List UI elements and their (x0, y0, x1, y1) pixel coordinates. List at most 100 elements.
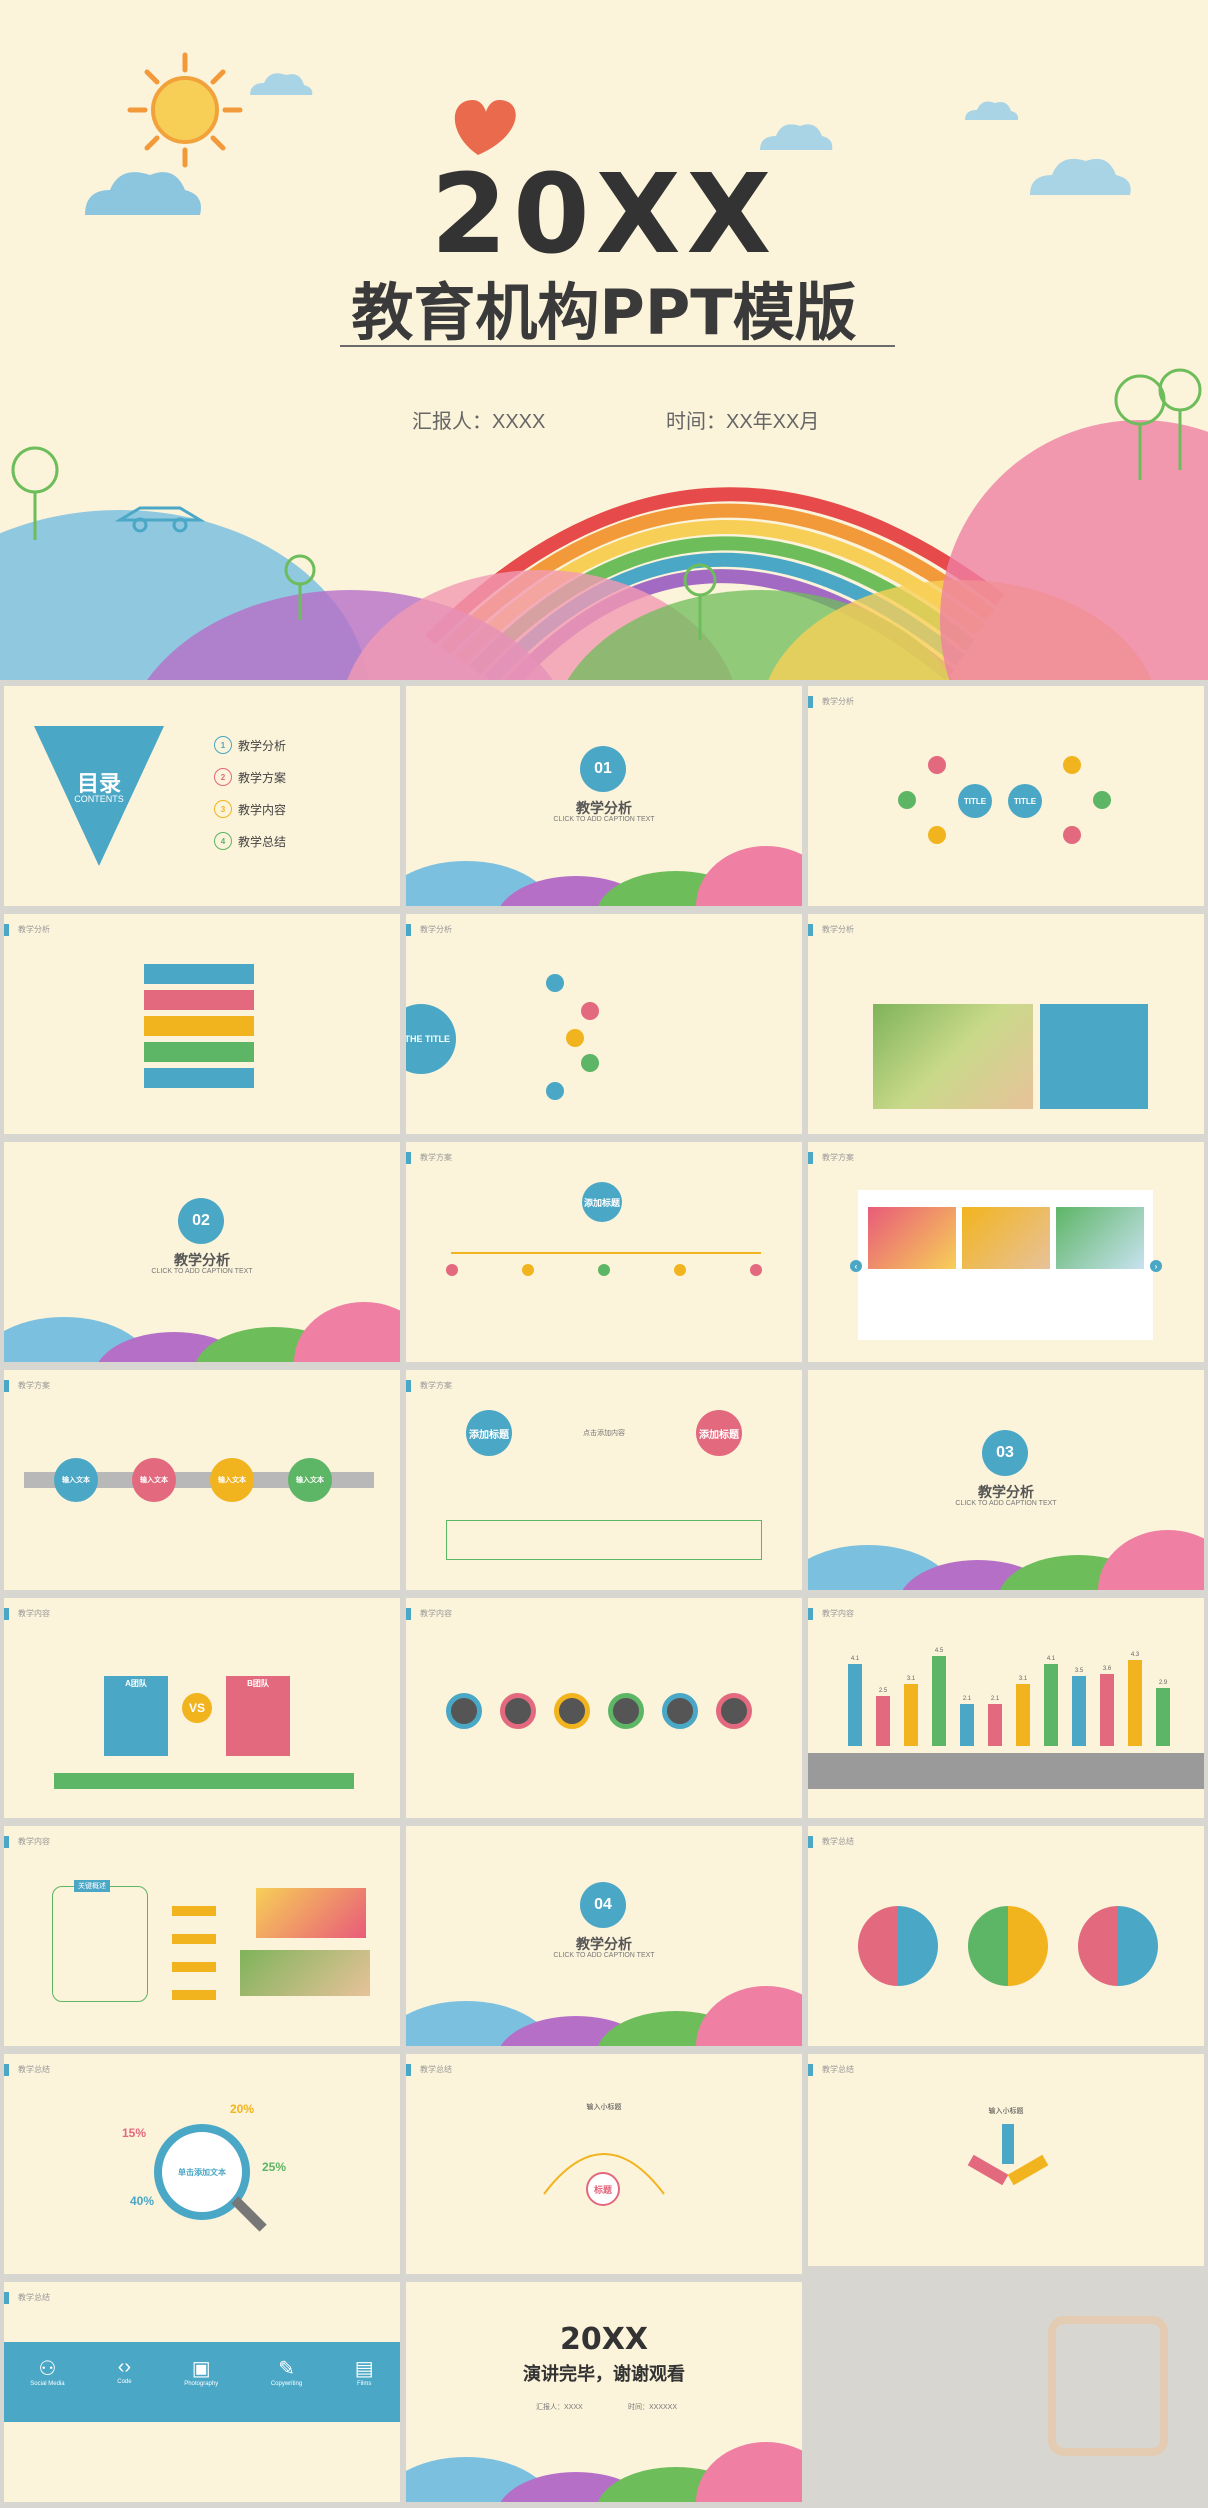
sun-icon (127, 52, 243, 168)
films-item[interactable]: ▤ Films (355, 2356, 374, 2387)
slide-plan-process[interactable]: 教学方案 输入文本 输入文本 输入文本 输入文本 (4, 1370, 400, 1590)
hills-decoration (4, 1302, 400, 1362)
arrow-band (144, 964, 254, 984)
slide-plan-tree[interactable]: 教学方案 添加标题 (406, 1142, 802, 1362)
slide-analysis-arrows[interactable]: 教学分析 (4, 914, 400, 1134)
gear-icon (500, 1693, 536, 1729)
item-label: Social Media (30, 2381, 65, 2387)
vs-badge: VS (182, 1693, 212, 1723)
slide-plan-compare[interactable]: 教学方案 添加标题 添加标题 点击添加内容 (406, 1370, 802, 1590)
slide-header: 教学总结 (822, 2065, 854, 2074)
social-media-item[interactable]: ⚇ Social Media (30, 2356, 64, 2387)
carousel-image (868, 1207, 956, 1269)
bar-value-label: 3.5 (1075, 1668, 1084, 1674)
next-arrow-icon[interactable]: › (1150, 1260, 1162, 1272)
watermark-area (808, 2266, 1208, 2508)
photography-item[interactable]: ▣ Photography (184, 2356, 218, 2387)
watermark-logo-icon (1048, 2316, 1168, 2456)
toc-number: 2 (214, 768, 232, 786)
slide-header: 教学总结 (18, 2293, 50, 2302)
slide-header: 教学分析 (18, 925, 50, 934)
bulb-icon: 标题 (586, 2172, 620, 2206)
slide-section-03[interactable]: 03 教学分析 CLICK TO ADD CAPTION TEXT (808, 1370, 1204, 1590)
bar-value-label: 2.1 (991, 1696, 1000, 1702)
slide-analysis-fan[interactable]: 教学分析 THE TITLE (406, 914, 802, 1134)
bar-value-label: 3.1 (907, 1676, 916, 1682)
hills-decoration (406, 2442, 802, 2502)
tri-caption: 输入小标题 (988, 2108, 1024, 2115)
header-bar (406, 1380, 411, 1392)
class-photo (240, 1950, 370, 1996)
slide-header: 教学分析 (822, 925, 854, 934)
cover-slide[interactable]: 20XX 教育机构PPT模版 汇报人：XXXX 时间：XX年XX月 (0, 0, 1208, 680)
slide-analysis-cycle[interactable]: 教学分析 TITLE TITLE (808, 686, 1204, 906)
bar-value-label: 2.9 (1159, 1680, 1168, 1686)
slide-content-vs[interactable]: 教学内容 A团队 B团队 VS (4, 1598, 400, 1818)
slide-summary-semicircles[interactable]: 教学总结 (808, 1826, 1204, 2046)
arrow-band (144, 1042, 254, 1062)
slide-content-chart[interactable]: 教学内容 4.1 2.5 3.1 4.5 2.1 2.1 3.1 4.1 3.5 3.6 4.3 2.… (808, 1598, 1204, 1818)
slide-plan-carousel[interactable]: 教学方案 ‹ › (808, 1142, 1204, 1362)
slide-content-gears[interactable]: 教学内容 (406, 1598, 802, 1818)
slide-section-04[interactable]: 04 教学分析 CLICK TO ADD CAPTION TEXT (406, 1826, 802, 2046)
hills-decoration (406, 846, 802, 906)
copywriting-item[interactable]: ✎ Copywriting (271, 2356, 302, 2387)
slide-summary-icons[interactable]: 教学总结 ⚇ Social Media ‹› Code ▣ Photography ✎… (4, 2282, 400, 2502)
item-label: Copywriting (270, 2381, 303, 2387)
slide-header: 教学方案 (18, 1381, 50, 1390)
section-subtitle: CLICK TO ADD CAPTION TEXT (553, 816, 655, 823)
section-number: 04 (580, 1882, 626, 1928)
slide-ending[interactable]: 20XX 演讲完毕，谢谢观看 汇报人：XXXX 时间：XXXXXX (406, 2282, 802, 2502)
bar-value-label: 4.1 (1047, 1656, 1056, 1662)
film-icon: ▤ (354, 2358, 374, 2380)
slide-toc[interactable]: 目录 CONTENTS 1 教学分析 2 教学方案 3 教学内容 4 教学总结 (4, 686, 400, 906)
overview-box (52, 1886, 148, 2002)
slide-summary-tri[interactable]: 教学总结 输入小标题 (808, 2054, 1204, 2274)
header-bar (4, 2064, 9, 2076)
header-bar (808, 924, 813, 936)
code-item[interactable]: ‹› Code (117, 2356, 131, 2387)
family-photo (873, 1004, 1033, 1109)
step-circle: 输入文本 (288, 1458, 332, 1502)
toc-item[interactable]: 3 教学内容 (214, 800, 286, 818)
slide-header: 教学总结 (822, 1837, 854, 1846)
slide-section-02[interactable]: 02 教学分析 CLICK TO ADD CAPTION TEXT (4, 1142, 400, 1362)
cover-title: 教育机构PPT模版 (351, 276, 857, 349)
center-caption: 点击添加内容 (583, 1430, 625, 1437)
bar-value-label: 4.5 (935, 1648, 944, 1654)
slide-section-01[interactable]: 01 教学分析 CLICK TO ADD CAPTION TEXT (406, 686, 802, 906)
slide-content-overview[interactable]: 教学内容 关键概述 (4, 1826, 400, 2046)
slide-header: 教学内容 (822, 1609, 854, 1618)
slide-analysis-photo[interactable]: 教学分析 (808, 914, 1204, 1134)
header-bar (4, 2292, 9, 2304)
gear-icon (608, 1693, 644, 1729)
toc-item[interactable]: 2 教学方案 (214, 768, 286, 786)
end-title: 演讲完毕，谢谢观看 (523, 2364, 685, 2385)
section-number: 01 (580, 746, 626, 792)
kids-photo (256, 1888, 366, 1938)
gear-icon (446, 1693, 482, 1729)
slide-summary-bulb[interactable]: 教学总结 标题 输入小标题 (406, 2054, 802, 2274)
pie-circle (968, 1906, 1048, 1986)
node (522, 1264, 534, 1276)
section-number: 02 (178, 1198, 224, 1244)
toc-item[interactable]: 1 教学分析 (214, 736, 286, 754)
hills-decoration (406, 1986, 802, 2046)
point-circle (546, 974, 564, 992)
slide-header: 教学总结 (420, 2065, 452, 2074)
node (750, 1264, 762, 1276)
section-subtitle: CLICK TO ADD CAPTION TEXT (955, 1500, 1057, 1507)
item-label: Code (117, 2379, 132, 2385)
bar-value-label: 3.1 (1019, 1676, 1028, 1682)
point-circle (546, 1082, 564, 1100)
toc-label: 教学分析 (238, 738, 287, 753)
reporter-text: 汇报人：XXXX (412, 411, 546, 433)
prev-arrow-icon[interactable]: ‹ (850, 1260, 862, 1272)
slide-summary-magnifier[interactable]: 教学总结 单击添加文本 20% 15% 25% 40% (4, 2054, 400, 2274)
percent-label: 25% (262, 2160, 287, 2174)
section-subtitle: CLICK TO ADD CAPTION TEXT (553, 1952, 655, 1959)
hills-decoration (808, 1530, 1204, 1590)
header-bar (4, 1608, 9, 1620)
toc-item[interactable]: 4 教学总结 (214, 832, 286, 850)
slide-header: 教学内容 (420, 1609, 452, 1618)
